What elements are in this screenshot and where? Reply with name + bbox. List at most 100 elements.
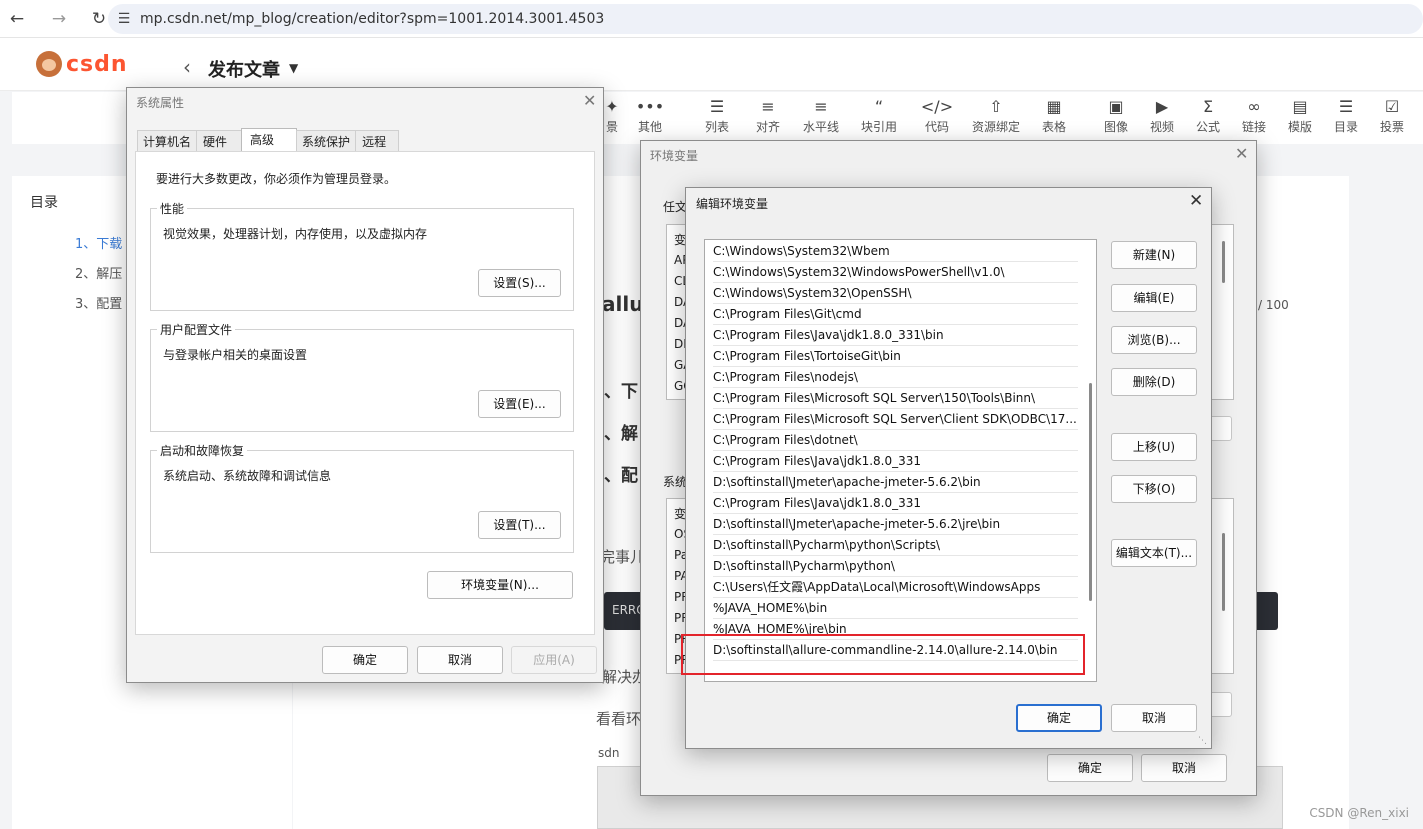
path-row[interactable]: D:\softinstall\Jmeter\apache-jmeter-5.6.… <box>713 472 1078 493</box>
toolbar-item-image[interactable]: ▣ 图像 <box>1091 96 1141 135</box>
csdn-header: CSDN ‹ 发布文章 ▼ <box>0 39 1423 91</box>
tab-bar: 计算机名 硬件 高级 系统保护 远程 <box>137 128 400 152</box>
table-icon: ▦ <box>1046 97 1062 116</box>
toolbar-item-resource[interactable]: ⇧ 资源绑定 <box>968 96 1024 135</box>
group-label: 性能 <box>157 200 188 217</box>
path-row[interactable]: C:\Program Files\Java\jdk1.8.0_331\bin <box>713 325 1078 346</box>
move-down-button[interactable]: 下移(O) <box>1111 475 1197 503</box>
path-list[interactable]: C:\Windows\System32\Wbem C:\Windows\Syst… <box>704 239 1097 682</box>
tab-system-protection[interactable]: 系统保护 <box>296 130 357 152</box>
path-row[interactable]: C:\Program Files\dotnet\ <box>713 430 1078 451</box>
cancel-button[interactable]: 取消 <box>1141 754 1227 782</box>
group-description: 系统启动、系统故障和调试信息 <box>163 469 332 483</box>
path-row[interactable]: C:\Windows\System32\WindowsPowerShell\v1… <box>713 262 1078 283</box>
performance-settings-button[interactable]: 设置(S)... <box>478 269 561 297</box>
path-row[interactable]: D:\softinstall\Pycharm\python\ <box>713 556 1078 577</box>
heading-fragment: 、配 <box>604 466 638 486</box>
path-row[interactable]: C:\Program Files\Microsoft SQL Server\15… <box>713 388 1078 409</box>
ok-button[interactable]: 确定 <box>1047 754 1133 782</box>
toolbar-item-template[interactable]: ▤ 模版 <box>1275 96 1325 135</box>
delete-button[interactable]: 删除(D) <box>1111 368 1197 396</box>
tab-hardware[interactable]: 硬件 <box>196 130 243 152</box>
sigma-icon: Σ <box>1202 97 1214 116</box>
watermark: CSDN @Ren_xixi <box>1309 806 1409 820</box>
cancel-button[interactable]: 取消 <box>1111 704 1197 732</box>
monkey-logo-icon <box>36 51 62 77</box>
toc-icon: ☰ <box>1338 97 1354 116</box>
ok-button[interactable]: 确定 <box>322 646 408 674</box>
path-row[interactable]: C:\Windows\System32\Wbem <box>713 241 1078 262</box>
tab-remote[interactable]: 远程 <box>355 130 400 152</box>
environment-variables-button[interactable]: 环境变量(N)... <box>427 571 573 599</box>
logo-text: CSDN <box>66 51 128 77</box>
toolbar-item-toc[interactable]: ☰ 目录 <box>1321 96 1371 135</box>
toolbar-item-align[interactable]: ≡ 对齐 <box>743 96 793 135</box>
toc-item[interactable]: 3、配置 <box>75 293 122 312</box>
scrollbar[interactable] <box>1222 533 1225 611</box>
system-properties-dialog: 系统属性 ✕ 计算机名 硬件 高级 系统保护 远程 要进行大多数更改，你必须作为… <box>126 87 604 683</box>
toolbar-item-more[interactable]: ••• 其他 <box>625 96 675 135</box>
upload-icon: ⇧ <box>989 97 1003 116</box>
toolbar-item-code[interactable]: </> 代码 <box>912 96 962 135</box>
image-icon: ▣ <box>1108 97 1124 116</box>
scrollbar[interactable] <box>1089 383 1092 601</box>
text-fragment: 看看环 <box>596 710 642 728</box>
toolbar-item-list[interactable]: ☰ 列表 <box>692 96 742 135</box>
path-row[interactable]: C:\Program Files\Java\jdk1.8.0_331 <box>713 451 1078 472</box>
dialog-title: 系统属性 <box>136 96 185 110</box>
ok-button[interactable]: 确定 <box>1016 704 1102 732</box>
path-row[interactable]: D:\softinstall\Pycharm\python\Scripts\ <box>713 535 1078 556</box>
path-row[interactable]: C:\Program Files\Microsoft SQL Server\Cl… <box>713 409 1078 430</box>
arrow-left-icon[interactable]: ← <box>2 4 32 34</box>
toolbar-item-table[interactable]: ▦ 表格 <box>1029 96 1079 135</box>
cancel-button[interactable]: 取消 <box>417 646 503 674</box>
align-icon: ≡ <box>761 97 775 116</box>
quote-icon: “ <box>874 97 884 116</box>
toolbar-item-quote[interactable]: “块引用 <box>854 96 904 135</box>
browse-button[interactable]: 浏览(B)... <box>1111 326 1197 354</box>
edit-button[interactable]: 编辑(E) <box>1111 284 1197 312</box>
path-row[interactable]: %JAVA_HOME%\bin <box>713 598 1078 619</box>
link-icon: ∞ <box>1247 97 1261 116</box>
path-row[interactable]: C:\Program Files\TortoiseGit\bin <box>713 346 1078 367</box>
caret-down-icon[interactable]: ▼ <box>289 61 298 75</box>
code-icon: </> <box>920 97 954 116</box>
highlight-box <box>681 634 1085 675</box>
apply-button[interactable]: 应用(A) <box>511 646 597 674</box>
scrollbar[interactable] <box>1222 241 1225 283</box>
toolbar-item-vote[interactable]: ☑ 投票 <box>1367 96 1417 135</box>
toc-item[interactable]: 1、下载 <box>75 233 122 252</box>
toc-item[interactable]: 2、解压 <box>75 263 122 282</box>
close-icon[interactable]: ✕ <box>1235 144 1248 163</box>
chevron-left-icon[interactable]: ‹ <box>183 55 191 79</box>
tab-advanced[interactable]: 高级 <box>241 128 298 152</box>
path-row[interactable]: D:\softinstall\Jmeter\apache-jmeter-5.6.… <box>713 514 1078 535</box>
page-title[interactable]: 发布文章 <box>208 56 280 82</box>
toolbar-item-formula[interactable]: Σ 公式 <box>1183 96 1233 135</box>
new-button[interactable]: 新建(N) <box>1111 241 1197 269</box>
edit-text-button[interactable]: 编辑文本(T)... <box>1111 539 1197 567</box>
arrow-right-icon[interactable]: → <box>44 4 74 34</box>
path-row[interactable]: C:\Users\任文霞\AppData\Local\Microsoft\Win… <box>713 577 1078 598</box>
toolbar-item-hr[interactable]: ≡ 水平线 <box>796 96 846 135</box>
site-settings-icon[interactable]: ☰ <box>108 11 140 27</box>
path-row[interactable]: C:\Program Files\Git\cmd <box>713 304 1078 325</box>
path-row[interactable]: C:\Program Files\nodejs\ <box>713 367 1078 388</box>
close-icon[interactable]: ✕ <box>583 91 596 110</box>
url-text: mp.csdn.net/mp_blog/creation/editor?spm=… <box>140 11 605 27</box>
path-row[interactable]: C:\Windows\System32\OpenSSH\ <box>713 283 1078 304</box>
heading-fragment: 、解 <box>604 424 638 444</box>
startup-settings-button[interactable]: 设置(T)... <box>478 511 561 539</box>
path-row[interactable]: C:\Program Files\Java\jdk1.8.0_331 <box>713 493 1078 514</box>
user-profile-settings-button[interactable]: 设置(E)... <box>478 390 561 418</box>
csdn-logo[interactable]: CSDN <box>36 51 128 77</box>
group-description: 与登录帐户相关的桌面设置 <box>163 348 308 362</box>
address-bar[interactable]: ☰ mp.csdn.net/mp_blog/creation/editor?sp… <box>108 4 1423 34</box>
move-up-button[interactable]: 上移(U) <box>1111 433 1197 461</box>
toolbar-item-link[interactable]: ∞ 链接 <box>1229 96 1279 135</box>
toolbar-item-video[interactable]: ▶ 视频 <box>1137 96 1187 135</box>
tab-computer-name[interactable]: 计算机名 <box>137 130 198 152</box>
dialog-title: 环境变量 <box>650 149 699 163</box>
close-icon[interactable]: ✕ <box>1189 191 1203 211</box>
resize-grip-icon[interactable]: ⋱ <box>1198 736 1207 746</box>
